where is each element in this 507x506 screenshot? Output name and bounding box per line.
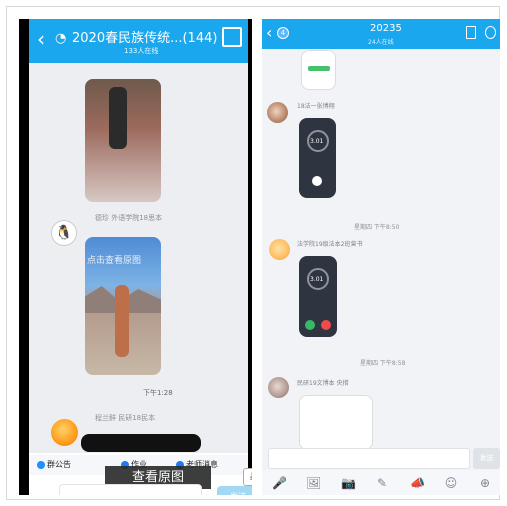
left-chat-header: ‹ ◔ 2020春民族传统...(144) 133人在线 xyxy=(29,19,248,63)
emoji-icon[interactable]: ☺ xyxy=(444,476,458,490)
timer-image-1[interactable]: 3.01 xyxy=(299,118,336,198)
person-silhouette xyxy=(109,87,127,149)
plus-icon[interactable]: ⊕ xyxy=(478,476,492,490)
notice-tool[interactable]: 群公告 xyxy=(37,459,71,470)
left-send-button[interactable]: 发送 xyxy=(217,486,252,495)
message-image-top[interactable] xyxy=(301,50,336,90)
qq-avatar-icon: 🐧 xyxy=(51,220,77,246)
orange-avatar-icon xyxy=(51,419,78,446)
camera-icon[interactable]: 📷 xyxy=(341,476,356,490)
stop-button xyxy=(321,320,331,330)
unread-badge: 4 xyxy=(277,27,289,39)
right-message-input[interactable] xyxy=(268,448,470,469)
chat-title: 2020春民族传统...(144) xyxy=(72,31,218,46)
right-chat-header: ‹ 4 20235 24人在线 xyxy=(262,19,500,49)
microphone-icon[interactable]: 🎤 xyxy=(272,476,287,490)
start-button xyxy=(305,320,315,330)
message-time: 下午1:28 xyxy=(143,389,173,397)
notice-icon xyxy=(37,460,45,469)
image-icon[interactable]: 🖼 xyxy=(306,476,321,490)
message-image-1[interactable] xyxy=(85,79,161,202)
back-chevron-icon[interactable]: ‹ xyxy=(266,23,272,42)
online-count: 133人在线 xyxy=(124,47,159,55)
left-message-input[interactable] xyxy=(59,484,202,495)
sender-name-2: 法学院19级法本2班曾书 xyxy=(297,241,363,248)
message-image-2[interactable]: 点击查看原图 xyxy=(85,237,161,375)
online-count: 24人在线 xyxy=(368,39,394,46)
message-image-3[interactable] xyxy=(299,395,373,450)
time-divider-1: 星期四 下午8:50 xyxy=(354,224,400,231)
sender-name-2: 程兰鲜 民研18民本 xyxy=(95,414,156,422)
right-chat-screen: ‹ 4 20235 24人在线 18法一张博翔 3.01 星期四 下午8:50 … xyxy=(262,19,500,495)
sender-name-3: 民研19文博本 央措 xyxy=(297,380,349,387)
image-overlay-text: 点击查看原图 xyxy=(87,256,142,266)
edit-icon[interactable]: ✎ xyxy=(375,476,389,490)
dark-message-bubble[interactable] xyxy=(81,434,201,452)
time-divider-2: 星期四 下午8:58 xyxy=(360,360,406,367)
avatar-2 xyxy=(269,239,290,260)
person-figure xyxy=(115,285,129,357)
voice-icon: ◔ xyxy=(55,31,67,46)
left-chat-screen: ‹ ◔ 2020春民族传统...(144) 133人在线 🐧 德珍 外语学院18… xyxy=(19,19,252,495)
download-icon[interactable]: ⤓ xyxy=(243,468,252,486)
timer-button xyxy=(312,176,322,186)
left-message-list: 🐧 德珍 外语学院18思本 点击查看原图 下午1:28 程兰鲜 民研18民本 xyxy=(29,63,248,453)
gauge-value: 3.01 xyxy=(310,138,324,145)
gauge-value: 3.01 xyxy=(310,276,324,283)
avatar-1 xyxy=(267,102,288,123)
announcement-icon[interactable]: 📣 xyxy=(410,476,425,490)
green-progress-line xyxy=(308,66,330,71)
document-icon[interactable] xyxy=(466,26,476,39)
person-icon[interactable] xyxy=(485,26,496,39)
group-menu-icon[interactable] xyxy=(222,27,242,47)
sender-name-1: 18法一张博翔 xyxy=(297,103,335,110)
chat-title: 20235 xyxy=(370,23,402,34)
right-toolbar: 🎤 🖼 📷 ✎ 📣 ☺ ⊕ xyxy=(262,470,500,495)
sender-name: 德珍 外语学院18思本 xyxy=(95,214,163,222)
back-chevron-icon[interactable]: ‹ xyxy=(37,29,45,49)
timer-image-2[interactable]: 3.01 xyxy=(299,256,337,337)
avatar-3 xyxy=(268,377,289,398)
right-send-button[interactable]: 发送 xyxy=(473,448,500,469)
